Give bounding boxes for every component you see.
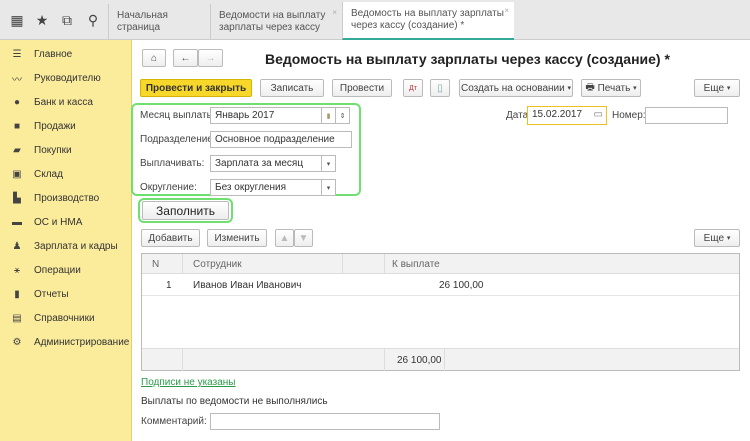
search-icon[interactable]: ⚲ xyxy=(84,12,102,29)
employees-table: N Сотрудник К выплате 1 Иванов Иван Иван… xyxy=(141,253,740,371)
create-based-on-button[interactable]: Создать на основании ▾ xyxy=(459,79,573,97)
header-amount[interactable]: К выплате xyxy=(392,259,440,270)
arrow-left-icon: ← xyxy=(180,52,191,64)
move-down-button[interactable]: ▼ xyxy=(294,229,313,247)
coin-icon: ● xyxy=(13,96,21,108)
dt-kt-button[interactable]: Дт xyxy=(403,79,423,97)
people-icon: ♟ xyxy=(12,240,22,252)
table-more-button[interactable]: Еще ▾ xyxy=(694,229,740,247)
chevron-down-icon[interactable]: ▾ xyxy=(322,179,336,196)
menu-icon: ☰ xyxy=(12,48,22,60)
report-icon: ▮ xyxy=(14,288,20,300)
total-amount: 26 100,00 xyxy=(397,355,442,366)
document-icon: ▯ xyxy=(437,82,443,94)
apps-grid-icon[interactable]: ▦ xyxy=(8,12,26,29)
more-button[interactable]: Еще ▾ xyxy=(694,79,740,97)
chevron-down-icon[interactable]: ▾ xyxy=(322,155,336,172)
move-up-button[interactable]: ▲ xyxy=(275,229,294,247)
chevron-down-icon: ▾ xyxy=(567,85,572,92)
number-label: Номер: xyxy=(612,110,646,121)
sidebar-item-operations[interactable]: ⚹ Операции xyxy=(10,261,81,279)
round-select[interactable]: Без округления xyxy=(210,179,322,196)
month-label: Месяц выплаты: xyxy=(140,110,217,121)
truck-icon: ▬ xyxy=(12,216,22,228)
pay-label: Выплачивать: xyxy=(140,158,205,169)
home-button[interactable]: ⌂ xyxy=(142,49,166,67)
star-icon[interactable]: ★ xyxy=(33,12,51,29)
month-stepper[interactable]: ⇕ xyxy=(336,107,350,124)
month-input[interactable]: Январь 2017 xyxy=(210,107,322,124)
sidebar-item-purchases[interactable]: ▰ Покупки xyxy=(10,141,71,159)
debit-credit-icon: Дт xyxy=(409,84,417,92)
sidebar-item-sales[interactable]: ■ Продажи xyxy=(10,117,76,135)
book-icon: ▤ xyxy=(12,312,22,324)
chevron-down-icon: ▾ xyxy=(633,85,637,92)
arrow-right-icon: → xyxy=(205,52,216,64)
comment-input[interactable] xyxy=(210,413,440,430)
post-and-close-button[interactable]: Провести и закрыть xyxy=(140,79,252,97)
arrow-down-icon: ▼ xyxy=(298,232,309,244)
sidebar-item-admin[interactable]: ⚙ Администрирование xyxy=(10,333,130,351)
chevron-down-icon: ▾ xyxy=(726,235,731,242)
factory-icon: ▙ xyxy=(13,192,21,204)
sidebar-item-bank[interactable]: ● Банк и касса xyxy=(10,93,93,111)
save-button[interactable]: Записать xyxy=(260,79,324,97)
printer-icon: 🖶 xyxy=(585,81,595,93)
back-button[interactable]: ← xyxy=(173,49,198,67)
document-button[interactable]: ▯ xyxy=(430,79,450,97)
warehouse-icon: ▣ xyxy=(12,168,22,180)
add-button[interactable]: Добавить xyxy=(141,229,200,247)
sidebar-item-manager[interactable]: 〰 Руководителю xyxy=(10,69,101,87)
chevron-down-icon: ▾ xyxy=(726,85,731,92)
dept-input[interactable]: Основное подразделение xyxy=(210,131,352,148)
tab-statement-new[interactable]: Ведомость на выплату зарплаты через касс… xyxy=(342,2,514,40)
cart-icon: ▰ xyxy=(13,144,21,156)
forward-button[interactable]: → xyxy=(198,49,223,67)
dept-label: Подразделение: xyxy=(140,134,216,145)
top-bar: ▦ ★ ⧉ ⚲ Начальная страница Ведомости на … xyxy=(0,0,750,40)
chart-line-icon: 〰 xyxy=(12,74,22,86)
sidebar-item-main[interactable]: ☰ Главное xyxy=(10,45,73,63)
arrow-up-icon: ▲ xyxy=(279,232,290,244)
sidebar-item-catalogs[interactable]: ▤ Справочники xyxy=(10,309,94,327)
close-icon[interactable]: × xyxy=(332,7,337,19)
comment-label: Комментарий: xyxy=(141,416,207,427)
table-row[interactable]: 1 Иванов Иван Иванович 26 100,00 xyxy=(142,274,739,296)
sidebar: ☰ Главное 〰 Руководителю ● Банк и касса ■ Пр… xyxy=(0,40,132,441)
pay-select[interactable]: Зарплата за месяц xyxy=(210,155,322,172)
sidebar-item-assets[interactable]: ▬ ОС и НМА xyxy=(10,213,82,231)
sidebar-item-warehouse[interactable]: ▣ Склад xyxy=(10,165,63,183)
fill-button[interactable]: Заполнить xyxy=(142,201,229,220)
payments-status: Выплаты по ведомости не выполнялись xyxy=(141,396,328,407)
history-icon[interactable]: ⧉ xyxy=(58,12,76,29)
header-employee[interactable]: Сотрудник xyxy=(193,259,242,270)
print-button[interactable]: 🖶 Печать ▾ xyxy=(581,79,641,97)
bag-icon: ■ xyxy=(13,120,21,132)
sidebar-item-salary[interactable]: ♟ Зарплата и кадры xyxy=(10,237,118,255)
calendar-select-button[interactable]: ▮ xyxy=(322,107,336,124)
round-label: Округление: xyxy=(140,182,197,193)
gear-icon: ⚙ xyxy=(12,336,22,348)
date-input[interactable]: 15.02.2017 ▭ xyxy=(527,106,607,125)
operations-icon: ⚹ xyxy=(14,264,20,276)
edit-button[interactable]: Изменить xyxy=(207,229,267,247)
calendar-icon[interactable]: ▭ xyxy=(594,109,603,120)
sidebar-item-reports[interactable]: ▮ Отчеты xyxy=(10,285,68,303)
header-n[interactable]: N xyxy=(152,259,159,270)
number-input[interactable] xyxy=(645,107,728,124)
home-icon: ⌂ xyxy=(150,52,158,64)
table-header: N Сотрудник К выплате xyxy=(142,254,739,274)
tab-statements-list[interactable]: Ведомости на выплату зарплаты через касс… xyxy=(210,4,342,40)
table-footer: 26 100,00 xyxy=(142,348,739,371)
post-button[interactable]: Провести xyxy=(332,79,392,97)
page-title: Ведомость на выплату зарплаты через касс… xyxy=(265,51,670,67)
signatures-link[interactable]: Подписи не указаны xyxy=(141,377,236,388)
close-icon[interactable]: × xyxy=(504,5,509,17)
sidebar-item-production[interactable]: ▙ Производство xyxy=(10,189,99,207)
tab-home[interactable]: Начальная страница xyxy=(108,4,210,40)
